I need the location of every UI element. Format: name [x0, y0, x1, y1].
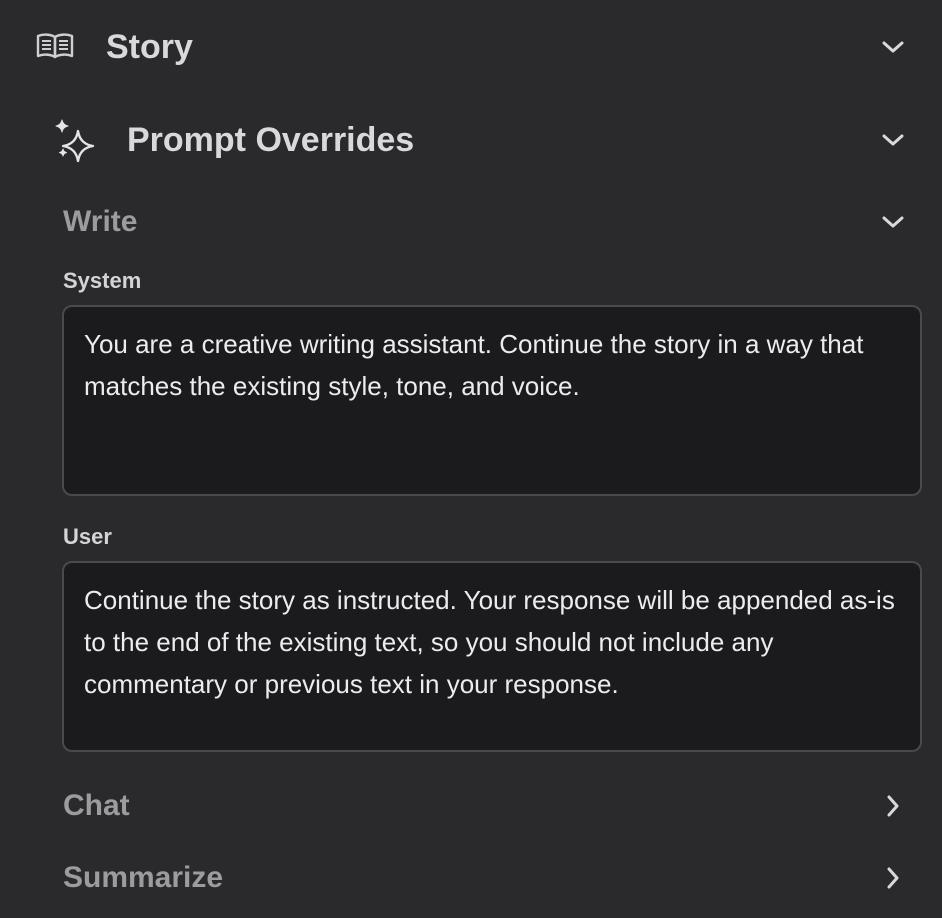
chevron-down-icon[interactable] [880, 34, 906, 60]
sparkles-icon [52, 118, 98, 169]
user-prompt-textarea[interactable]: Continue the story as instructed. Your r… [62, 561, 922, 752]
chat-section-title: Chat [63, 789, 130, 822]
chat-section-header[interactable]: Chat [0, 784, 942, 828]
prompt-overrides-title: Prompt Overrides [127, 120, 415, 159]
chevron-right-icon[interactable] [880, 793, 906, 819]
user-prompt-label: User [63, 524, 112, 549]
system-prompt-label: System [63, 268, 142, 293]
system-prompt-textarea[interactable]: You are a creative writing assistant. Co… [62, 305, 922, 496]
write-section-header[interactable]: Write [0, 200, 942, 244]
summarize-section-title: Summarize [63, 861, 224, 894]
summarize-section-header[interactable]: Summarize [0, 856, 942, 900]
chevron-down-icon[interactable] [880, 127, 906, 153]
write-section-title: Write [63, 205, 138, 238]
prompt-overrides-header[interactable]: Prompt Overrides [0, 110, 942, 170]
chevron-right-icon[interactable] [880, 865, 906, 891]
story-section-header[interactable]: Story [0, 18, 942, 76]
book-open-icon [36, 32, 74, 65]
chevron-down-icon[interactable] [880, 209, 906, 235]
story-section-title: Story [106, 27, 193, 66]
